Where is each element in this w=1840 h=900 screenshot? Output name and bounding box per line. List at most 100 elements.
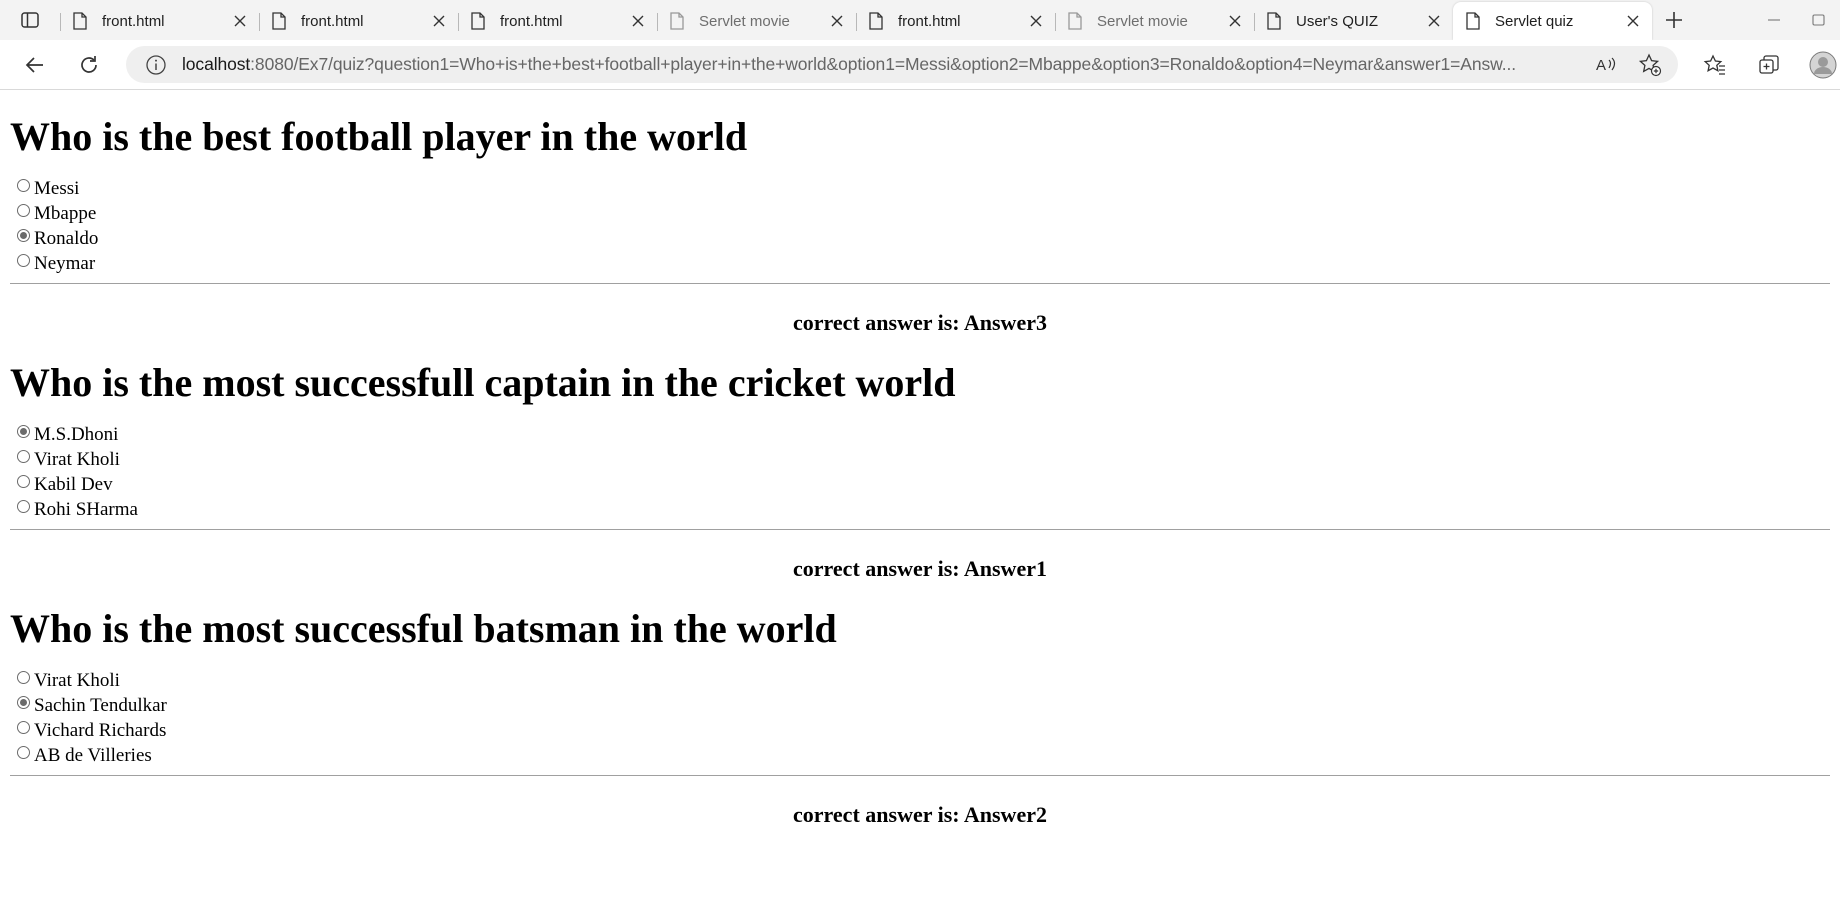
maximize-icon[interactable] (1812, 12, 1840, 28)
question-block: Who is the most successful batsman in th… (10, 582, 1830, 828)
arrow-left-icon (25, 57, 43, 73)
option-row[interactable]: Mbappe (10, 201, 1830, 226)
option-row[interactable]: AB de Villeries (10, 743, 1830, 768)
radio-button[interactable] (17, 746, 30, 759)
collections-icon (1759, 55, 1779, 74)
favorites-button[interactable] (1700, 50, 1730, 80)
tab-title: Servlet movie (1097, 12, 1188, 30)
divider (10, 529, 1830, 530)
radio-button[interactable] (17, 671, 30, 684)
option-label: M.S.Dhoni (34, 423, 119, 445)
url-text[interactable]: localhost:8080/Ex7/quiz?question1=Who+is… (182, 54, 1576, 75)
refresh-icon (81, 56, 97, 73)
correct-answer-text: correct answer is: Answer2 (793, 802, 1047, 827)
options-list: Virat Kholi Sachin Tendulkar Vichard Ric… (10, 668, 1830, 768)
option-label: Ronaldo (34, 227, 99, 249)
option-label: AB de Villeries (34, 744, 152, 766)
page-icon (471, 12, 485, 30)
radio-button[interactable] (17, 204, 30, 217)
option-label: Rohi SHarma (34, 498, 138, 520)
radio-button[interactable] (17, 500, 30, 513)
question-block: Who is the best football player in the w… (10, 90, 1830, 336)
address-bar[interactable]: localhost:8080/Ex7/quiz?question1=Who+is… (126, 46, 1678, 83)
browser-tab[interactable]: User's QUIZ (1254, 4, 1453, 38)
question-title: Who is the most successfull captain in t… (10, 360, 956, 405)
add-favorite-icon[interactable] (1636, 51, 1664, 79)
divider (10, 775, 1830, 776)
radio-button[interactable] (17, 475, 30, 488)
avatar-icon (1809, 51, 1837, 79)
close-icon[interactable] (631, 14, 645, 28)
browser-tab[interactable]: Servlet movie (657, 4, 856, 38)
page-icon (1267, 12, 1281, 30)
browser-tab-active[interactable]: Servlet quiz (1453, 2, 1652, 40)
question-title: Who is the best football player in the w… (10, 114, 748, 159)
tab-title: front.html (898, 12, 961, 30)
minimize-icon[interactable] (1768, 12, 1780, 28)
option-label: Mbappe (34, 202, 97, 224)
refresh-button[interactable] (74, 50, 104, 80)
page-icon (670, 12, 684, 30)
sidebar-toggle-icon[interactable] (0, 0, 60, 40)
options-list: M.S.Dhoni Virat Kholi Kabil Dev Rohi SHa… (10, 422, 1830, 522)
info-icon[interactable] (144, 53, 168, 77)
divider (10, 283, 1830, 284)
url-path: :8080/Ex7/quiz?question1=Who+is+the+best… (250, 54, 1517, 74)
radio-button[interactable] (17, 450, 30, 463)
url-host: localhost (182, 54, 251, 74)
page-icon (869, 12, 883, 30)
correct-answer-text: correct answer is: Answer1 (793, 556, 1047, 581)
option-row[interactable]: Vichard Richards (10, 718, 1830, 743)
close-icon[interactable] (1228, 14, 1242, 28)
browser-tab[interactable]: front.html (259, 4, 458, 38)
option-row[interactable]: Virat Kholi (10, 447, 1830, 472)
browser-toolbar: localhost:8080/Ex7/quiz?question1=Who+is… (0, 40, 1840, 90)
radio-button[interactable] (17, 425, 30, 438)
question-block: Who is the most successfull captain in t… (10, 336, 1830, 582)
question-title: Who is the most successful batsman in th… (10, 606, 837, 651)
profile-button[interactable] (1808, 50, 1840, 80)
svg-text:A: A (1596, 57, 1606, 74)
close-icon[interactable] (432, 14, 446, 28)
radio-button[interactable] (17, 696, 30, 709)
option-label: Vichard Richards (34, 719, 167, 741)
page-content: Who is the best football player in the w… (0, 90, 1840, 900)
tab-title: front.html (301, 12, 364, 30)
close-icon[interactable] (830, 14, 844, 28)
read-aloud-icon[interactable]: A (1592, 51, 1620, 79)
page-icon (73, 12, 87, 30)
page-icon (1068, 12, 1082, 30)
radio-button[interactable] (17, 721, 30, 734)
browser-tab[interactable]: front.html (856, 4, 1055, 38)
option-label: Messi (34, 177, 80, 199)
correct-answer-text: correct answer is: Answer3 (793, 310, 1047, 335)
back-button[interactable] (20, 50, 50, 80)
page-icon (272, 12, 286, 30)
close-icon[interactable] (1427, 14, 1441, 28)
close-icon[interactable] (1626, 14, 1640, 28)
option-label: Virat Kholi (34, 669, 120, 691)
close-icon[interactable] (233, 14, 247, 28)
plus-icon (1666, 12, 1682, 28)
favorites-icon (1703, 54, 1725, 75)
collections-button[interactable] (1754, 50, 1784, 80)
browser-tab[interactable]: front.html (458, 4, 657, 38)
option-row[interactable]: Virat Kholi (10, 668, 1830, 693)
option-row[interactable]: Ronaldo (10, 226, 1830, 251)
browser-tab[interactable]: front.html (60, 4, 259, 38)
option-row[interactable]: M.S.Dhoni (10, 422, 1830, 447)
tab-title: front.html (500, 12, 563, 30)
option-row[interactable]: Neymar (10, 251, 1830, 276)
radio-button[interactable] (17, 254, 30, 267)
radio-button[interactable] (17, 179, 30, 192)
browser-tab[interactable]: Servlet movie (1055, 4, 1254, 38)
tab-title: front.html (102, 12, 165, 30)
close-icon[interactable] (1029, 14, 1043, 28)
option-row[interactable]: Kabil Dev (10, 472, 1830, 497)
radio-button[interactable] (17, 229, 30, 242)
option-row[interactable]: Sachin Tendulkar (10, 693, 1830, 718)
option-row[interactable]: Messi (10, 176, 1830, 201)
new-tab-button[interactable] (1652, 0, 1696, 40)
option-label: Neymar (34, 252, 96, 274)
option-row[interactable]: Rohi SHarma (10, 497, 1830, 522)
